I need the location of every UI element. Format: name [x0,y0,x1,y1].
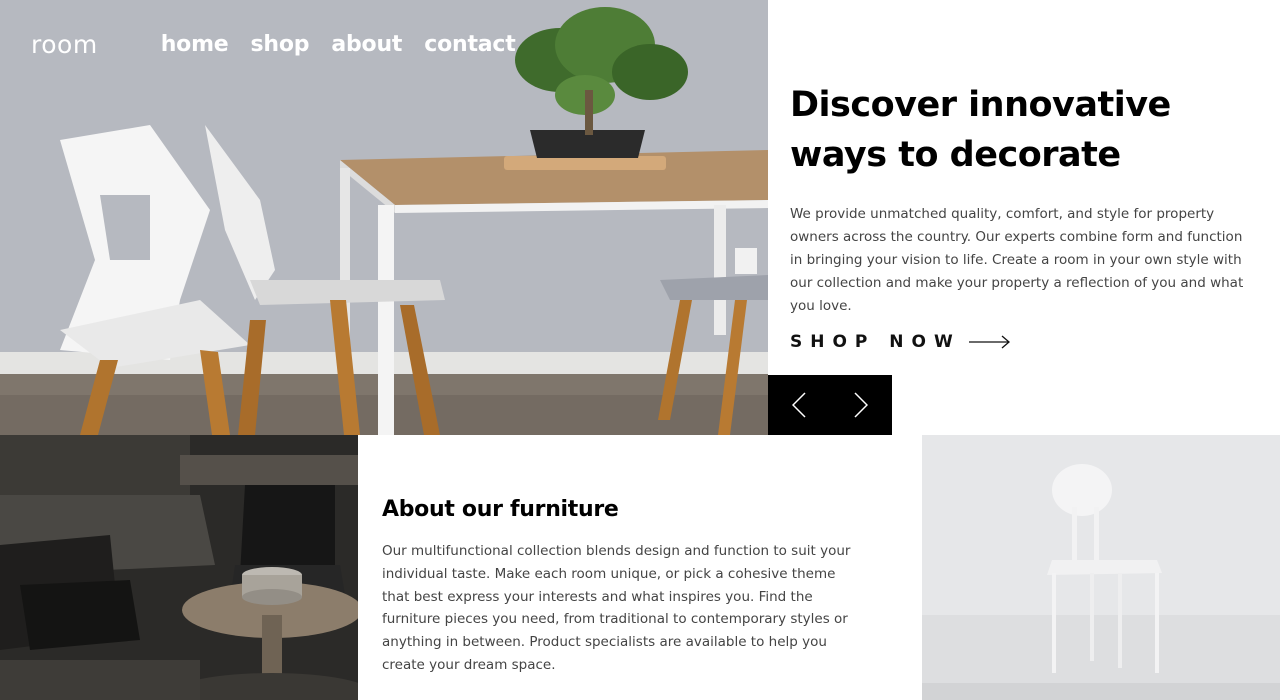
arrow-right-icon [968,335,1010,349]
nav-link-about[interactable]: about [331,32,402,57]
nav-link-shop[interactable]: shop [251,32,310,57]
about-image-light [922,435,1280,700]
logo[interactable]: room [31,30,98,59]
about-section: About our furniture Our multifunctional … [382,497,872,677]
hero-photo-illustration [0,0,768,435]
slider-next-button[interactable] [830,375,892,435]
nav-link-contact[interactable]: contact [424,32,516,57]
about-description: Our multifunctional collection blends de… [382,543,851,673]
shop-now-label: SHOP NOW [790,332,961,352]
chevron-left-icon [792,392,806,418]
main-nav: room home shop about contact [31,30,538,59]
hero-text: Discover innovative ways to decorate We … [790,80,1260,318]
dark-room-illustration [0,435,358,700]
white-chair-illustration [922,435,1280,700]
hero-title: Discover innovative ways to decorate [790,85,1171,175]
chevron-right-icon [854,392,868,418]
hero-image: room home shop about contact [0,0,768,435]
hero-description: We provide unmatched quality, comfort, a… [790,206,1244,314]
about-title: About our furniture [382,497,619,522]
slider-controls [768,375,892,435]
nav-link-home[interactable]: home [161,32,229,57]
slider-prev-button[interactable] [768,375,830,435]
hero-section: room home shop about contact Discover in… [0,0,1280,435]
about-image-dark [0,435,358,700]
shop-now-button[interactable]: SHOP NOW [790,332,1011,352]
